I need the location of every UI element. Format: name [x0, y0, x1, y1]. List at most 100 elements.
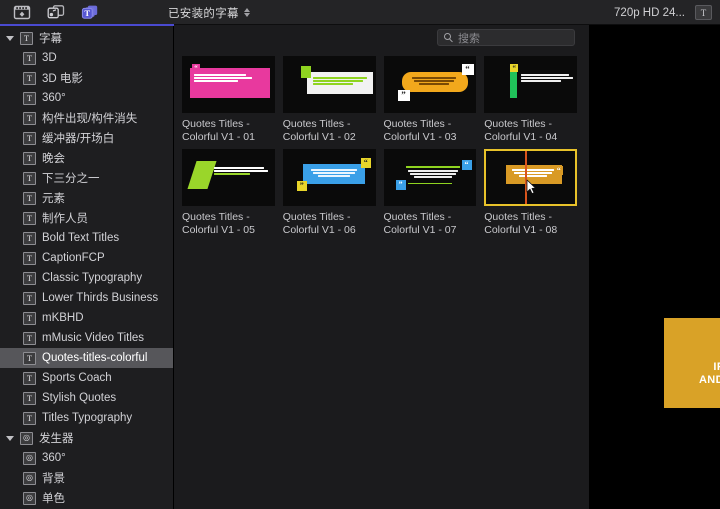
viewer-preview[interactable]: IF AND [590, 25, 720, 509]
titles-badge-icon: T [23, 311, 36, 325]
sidebar-item-[interactable]: T 元素 [0, 188, 173, 208]
titles-badge-icon: T [23, 331, 36, 345]
sidebar-group-titles[interactable]: T 字幕 [0, 28, 173, 48]
sidebar-item-label: mKBHD [42, 312, 84, 324]
title-grid-item[interactable]: “” Quotes Titles - Colorful V1 - 06 [282, 149, 376, 236]
title-thumbnail[interactable]: “” [383, 149, 477, 206]
thumbnail-art: “” [285, 151, 374, 204]
titles-badge-icon: T [23, 351, 36, 365]
video-clip-icon[interactable] [12, 4, 32, 21]
sidebar-item-label: 背景 [42, 473, 65, 485]
sidebar-item-[interactable]: ◎ 背景 [0, 468, 173, 488]
sidebar-group-label: 发生器 [39, 433, 74, 445]
title-grid-item[interactable]: “” Quotes Titles - Colorful V1 - 07 [383, 149, 477, 236]
sidebar-item-stylish-quotes[interactable]: T Stylish Quotes [0, 388, 173, 408]
title-grid-item[interactable]: “” Quotes Titles - Colorful V1 - 03 [383, 56, 477, 143]
sidebar-item-[interactable]: ◎ 单色 [0, 488, 173, 508]
title-thumbnail[interactable]: “ [484, 56, 577, 113]
top-right-controls: 720p HD 24... T [614, 0, 720, 25]
sidebar-item-3d[interactable]: T 3D 电影 [0, 68, 173, 88]
search-input[interactable]: 搜索 [437, 29, 575, 46]
sidebar-item-sports-coach[interactable]: T Sports Coach [0, 368, 173, 388]
thumbnail-art: “ [486, 151, 575, 204]
sidebar-item-[interactable]: T 制作人员 [0, 208, 173, 228]
disclosure-triangle-icon[interactable] [5, 435, 14, 441]
title-thumbnail[interactable]: “” [383, 56, 477, 113]
title-grid-item[interactable]: “ Quotes Titles - Colorful V1 - 08 [484, 149, 577, 236]
generator-badge-icon: ◎ [23, 491, 36, 505]
thumbnail-art [285, 58, 374, 111]
titles-badge-icon: T [23, 91, 36, 105]
sidebar-item-[interactable]: T 下三分之一 [0, 168, 173, 188]
sidebar-item-titles-typography[interactable]: T Titles Typography [0, 408, 173, 428]
sidebar-item-[interactable]: T 缓冲器/开场白 [0, 128, 173, 148]
fcp-titles-browser: T 已安装的字幕 720p HD 24... T T 字幕 T 3D T 3D 电影 T 36… [0, 0, 720, 509]
sidebar-item-[interactable]: T 晚会 [0, 148, 173, 168]
sidebar-item-360[interactable]: ◎ 360° [0, 448, 173, 468]
generator-badge-icon: ◎ [23, 451, 36, 465]
titles-badge-icon: T [23, 191, 36, 205]
sidebar-item-quotes-titles-colorful[interactable]: T Quotes-titles-colorful [0, 348, 173, 368]
titles-badge-icon: T [23, 391, 36, 405]
title-thumbnail[interactable]: “” [282, 149, 376, 206]
sidebar-item-captionfcp[interactable]: T CaptionFCP [0, 248, 173, 268]
sidebar-item-label: 下三分之一 [42, 173, 100, 185]
sidebar-item-label: Bold Text Titles [42, 232, 120, 244]
main-body: T 字幕 T 3D T 3D 电影 T 360° T 构件出现/构件消失 T 缓冲器/开场白 T 晚会 T 下… [0, 25, 720, 509]
title-item-label: Quotes Titles - Colorful V1 - 03 [383, 118, 457, 143]
title-grid-item[interactable]: “ Quotes Titles - Colorful V1 - 04 [484, 56, 577, 143]
sidebar-item-label: Lower Thirds Business [42, 292, 159, 304]
title-item-label: Quotes Titles - Colorful V1 - 04 [484, 118, 558, 143]
sidebar-item-mkbhd[interactable]: TmKBHD [0, 308, 173, 328]
title-grid-item[interactable]: Quotes Titles - Colorful V1 - 05 [182, 149, 275, 236]
audio-music-icon[interactable] [46, 4, 66, 21]
installed-titles-selector[interactable]: 已安装的字幕 [168, 0, 250, 25]
text-overlay-button[interactable]: T [695, 5, 712, 20]
skimmer-playhead [525, 151, 527, 204]
titles-text-icon[interactable]: T [80, 4, 100, 21]
title-thumbnail[interactable]: “ [182, 56, 275, 113]
sidebar-item-label: CaptionFCP [42, 252, 105, 264]
title-thumbnail[interactable]: “ [484, 149, 577, 206]
generator-badge-icon: ◎ [20, 431, 33, 445]
preview-line-2: AND [698, 374, 720, 386]
sidebar-item-[interactable]: T 构件出现/构件消失 [0, 108, 173, 128]
title-item-label: Quotes Titles - Colorful V1 - 01 [182, 118, 255, 143]
sidebar-item-mmusic-video-titles[interactable]: TmMusic Video Titles [0, 328, 173, 348]
sidebar-item-bold-text-titles[interactable]: T Bold Text Titles [0, 228, 173, 248]
sidebar-item-label: mMusic Video Titles [42, 332, 145, 344]
sidebar-item-label: 制作人员 [42, 213, 88, 225]
thumbnail-art: “ [486, 58, 575, 111]
sidebar-item-360[interactable]: T 360° [0, 88, 173, 108]
title-thumbnail[interactable] [282, 56, 376, 113]
sidebar-item-classic-typography[interactable]: T Classic Typography [0, 268, 173, 288]
categories-sidebar[interactable]: T 字幕 T 3D T 3D 电影 T 360° T 构件出现/构件消失 T 缓冲器/开场白 T 晚会 T 下… [0, 25, 174, 509]
titles-grid: “ Quotes Titles - Colorful V1 - 01 Quotes … [174, 50, 589, 509]
sidebar-item-label: Sports Coach [42, 372, 112, 384]
sidebar-item-label: Titles Typography [42, 412, 133, 424]
installed-titles-label: 已安装的字幕 [168, 7, 239, 20]
titles-badge-icon: T [23, 251, 36, 265]
title-thumbnail[interactable] [182, 149, 275, 206]
title-item-label: Quotes Titles - Colorful V1 - 07 [383, 211, 457, 236]
sidebar-item-lower-thirds-business[interactable]: T Lower Thirds Business [0, 288, 173, 308]
titles-badge-icon: T [23, 291, 36, 305]
media-type-toggle-group: T [0, 4, 100, 21]
sidebar-item-label: 360° [42, 92, 66, 104]
sidebar-group-generators[interactable]: ◎ 发生器 [0, 428, 173, 448]
title-grid-item[interactable]: “ Quotes Titles - Colorful V1 - 01 [182, 56, 275, 143]
generator-badge-icon: ◎ [23, 471, 36, 485]
search-bar: 搜索 [174, 25, 589, 50]
sidebar-item-label: 缓冲器/开场白 [42, 133, 115, 145]
titles-browser: 搜索 “ Quotes Titles - Colorful V1 - 01 Quot… [174, 25, 590, 509]
search-icon [444, 33, 453, 42]
sidebar-item-3d[interactable]: T 3D [0, 48, 173, 68]
disclosure-triangle-icon[interactable] [5, 35, 14, 41]
sidebar-item-label: Quotes-titles-colorful [42, 352, 148, 364]
title-item-label: Quotes Titles - Colorful V1 - 06 [282, 211, 356, 236]
sidebar-item-label: 元素 [42, 193, 65, 205]
title-grid-item[interactable]: Quotes Titles - Colorful V1 - 02 [282, 56, 376, 143]
thumbnail-art: “” [386, 151, 475, 204]
titles-badge-icon: T [23, 71, 36, 85]
title-item-label: Quotes Titles - Colorful V1 - 02 [282, 118, 356, 143]
